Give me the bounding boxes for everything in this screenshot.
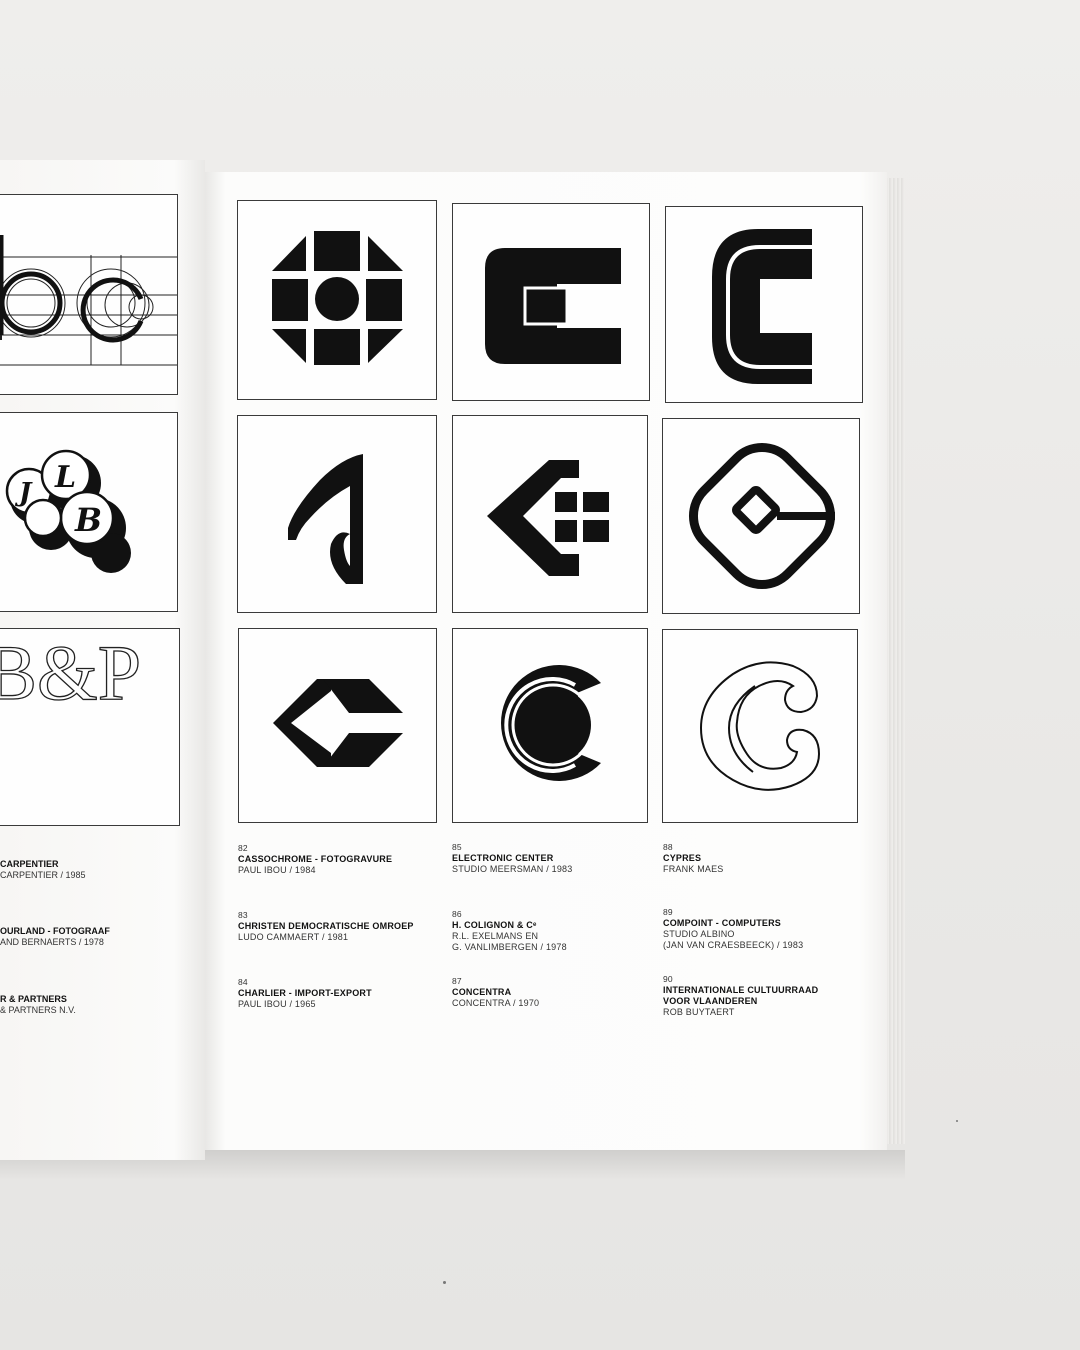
logo-90-cultuurraad [662,629,858,823]
dust-speck [443,1281,446,1284]
logo-86-colignon [452,415,648,613]
svg-text:L: L [54,460,76,495]
page-edges [887,178,905,1144]
caption-87: 87 CONCENTRA CONCENTRA / 1970 [452,976,540,1008]
logo-84-charlier [238,628,437,823]
caption-90: 90 INTERNATIONALE CULTUURRAAD VOOR VLAAN… [663,974,819,1017]
caption-85: 85 ELECTRONIC CENTER STUDIO MEERSMAN / 1… [452,842,573,874]
logo-89-compoint [662,418,860,614]
left-logo-construction [0,194,178,395]
caption-86: 86 H. COLIGNON & Cᵉ R.L. EXELMANS EN G. … [452,909,567,952]
caption-84: 84 CHARLIER - IMPORT-EXPORT PAUL IBOU / … [238,977,372,1009]
logo-87-concentra [452,628,648,823]
left-logo-bp: B&P [0,628,180,826]
logo-82-cassochrome [237,200,437,400]
left-page: J L B B&P CARPENTIER CARPENTIER / 1985 O… [0,160,205,1160]
caption-82: 82 CASSOCHROME - FOTOGRAVURE PAUL IBOU /… [238,843,393,875]
left-caption-2: OURLAND - FOTOGRAAF AND BERNAERTS / 1978 [0,926,110,947]
logo-88-cypres [665,206,863,403]
left-logo-jlb: J L B [0,412,178,612]
caption-89: 89 COMPOINT - COMPUTERS STUDIO ALBINO (J… [663,907,804,950]
caption-83: 83 CHRISTEN DEMOCRATISCHE OMROEP LUDO CA… [238,910,414,942]
left-caption-3: R & PARTNERS & PARTNERS N.V. [0,994,76,1015]
caption-88: 88 CYPRES FRANK MAES [663,842,724,874]
logo-85-electronic-center [452,203,650,401]
dust-speck [956,1120,958,1122]
bp-logo-text: B&P [0,629,141,716]
left-caption-1: CARPENTIER CARPENTIER / 1985 [0,859,86,880]
svg-text:B: B [74,501,102,539]
logo-83-christen-democratische [237,415,437,613]
